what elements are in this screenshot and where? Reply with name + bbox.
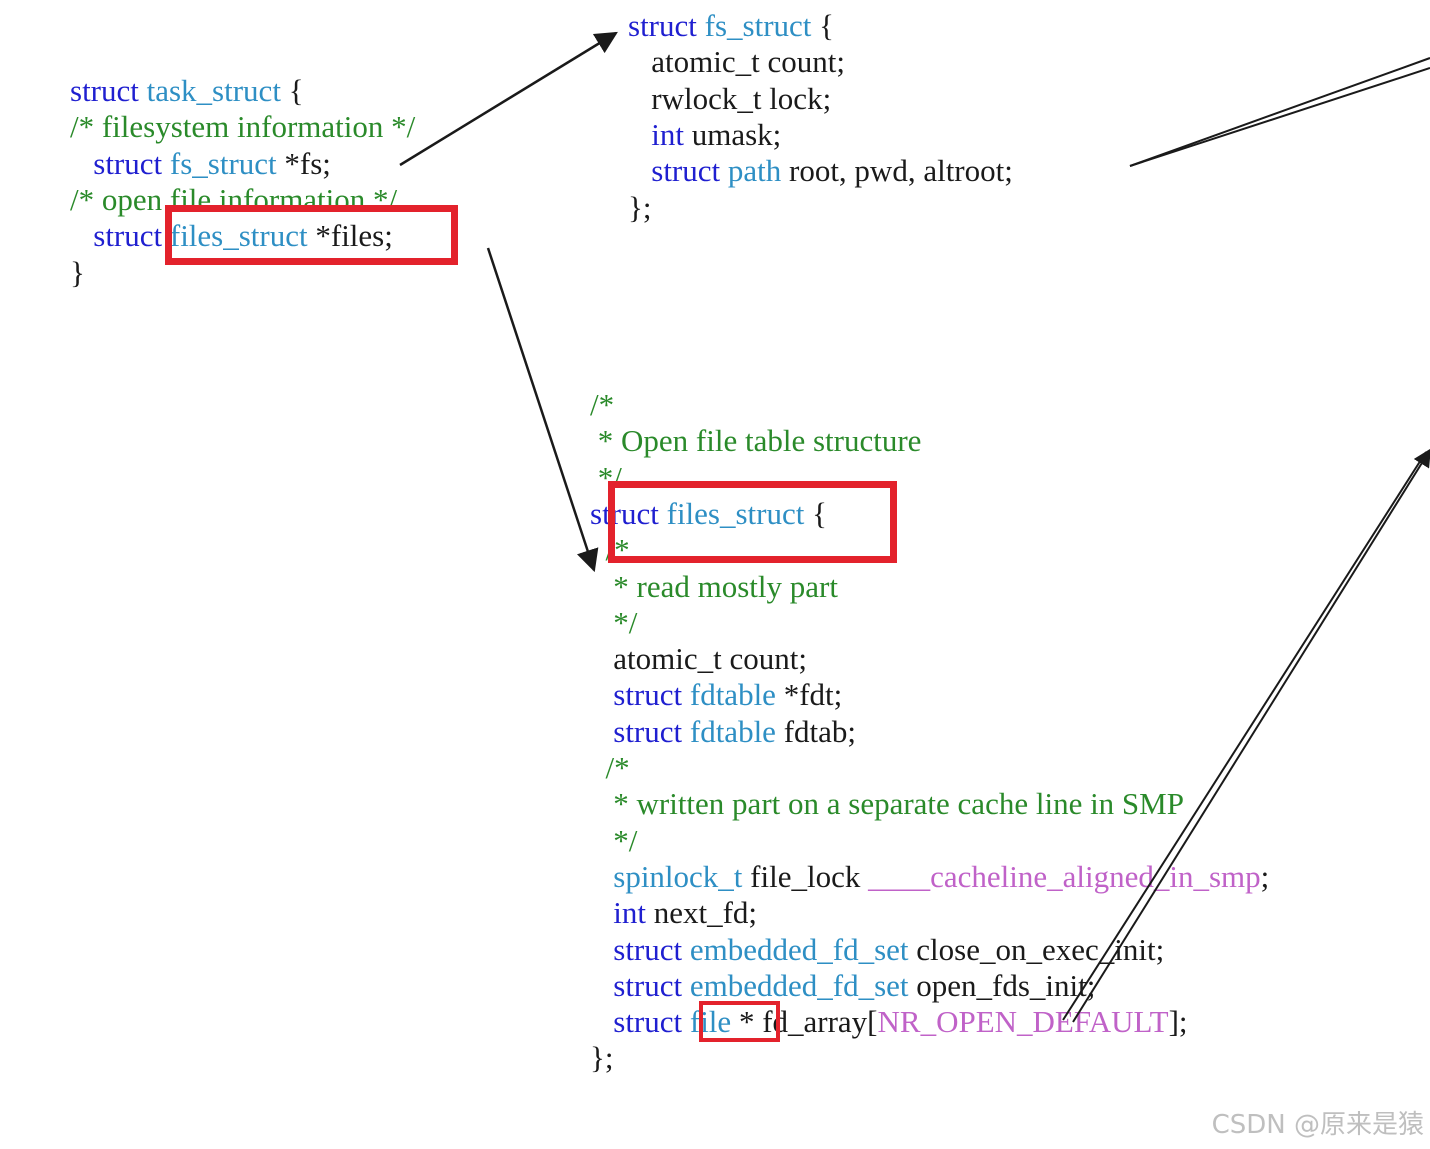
files-pointer-arrow xyxy=(486,247,599,573)
file-pointer-arrow-b xyxy=(1072,448,1430,1023)
fs-pointer-arrow xyxy=(399,31,618,167)
arrows-layer xyxy=(399,31,1430,1023)
path-pointer-arrow-a xyxy=(1129,57,1430,167)
path-pointer-arrow-b xyxy=(1129,67,1430,167)
watermark: CSDN @原来是猿 xyxy=(1211,1110,1424,1140)
file-pointer-arrow-a xyxy=(1062,451,1427,1021)
